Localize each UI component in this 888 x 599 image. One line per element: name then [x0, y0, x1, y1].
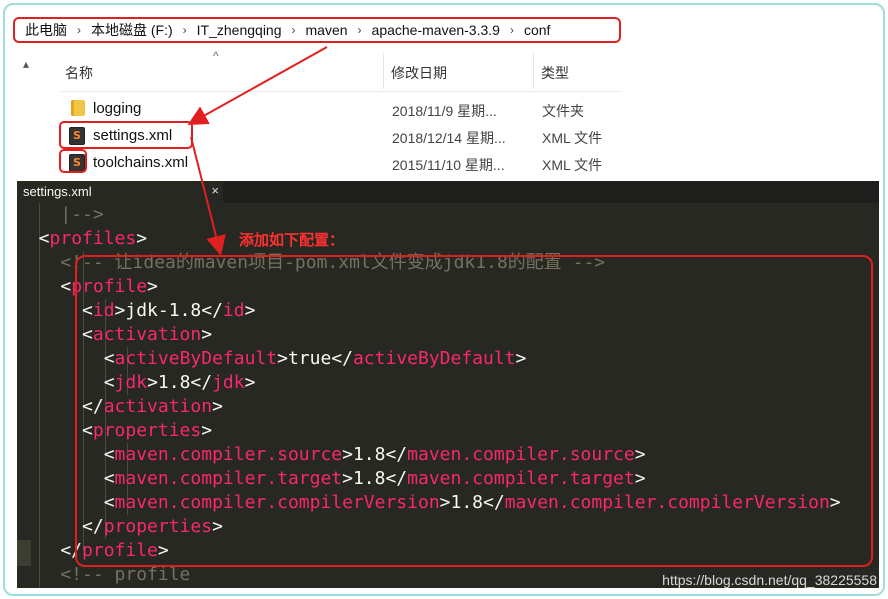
file-list: ▴ ^ 名称 修改日期 类型 logging 2018/11/9 星期... 文… [5, 49, 883, 184]
chevron-right-icon[interactable]: › [352, 23, 368, 37]
file-type: 文件夹 [542, 103, 584, 119]
chevron-right-icon[interactable]: › [504, 23, 520, 37]
chevron-right-icon[interactable]: › [71, 23, 87, 37]
file-date: 2015/11/10 星期... [392, 157, 505, 173]
file-type: XML 文件 [542, 157, 603, 173]
toolchains-icon-highlight-box [59, 149, 87, 173]
profile-highlight-box [75, 255, 873, 567]
code-comment: <!-- profile [17, 564, 191, 585]
screenshot-frame: 此电脑 › 本地磁盘 (F:) › IT_zhengqing › maven › apache-… [3, 3, 885, 596]
file-type: XML 文件 [542, 130, 603, 146]
breadcrumb-item[interactable]: maven [302, 22, 352, 38]
file-date: 2018/11/9 星期... [392, 103, 497, 119]
watermark: https://blog.csdn.net/qq_38225558 [662, 572, 877, 588]
code-line: <profiles> [17, 227, 147, 251]
breadcrumb-item[interactable]: 本地磁盘 (F:) [87, 20, 177, 40]
code-comment: |--> [17, 204, 104, 225]
column-header-name[interactable]: 名称 [65, 63, 93, 83]
folder-icon [71, 100, 85, 116]
code-text: < [17, 228, 50, 249]
file-name: toolchains.xml [93, 154, 189, 171]
code-text: > [136, 228, 148, 249]
chevron-right-icon[interactable]: › [177, 23, 193, 37]
column-divider[interactable] [383, 53, 384, 89]
xml-tag-name: profiles [49, 228, 137, 249]
column-header-date[interactable]: 修改日期 [391, 63, 447, 83]
code-line: |--> [17, 203, 104, 227]
chevron-right-icon[interactable]: › [286, 23, 302, 37]
breadcrumb-item[interactable]: conf [520, 22, 554, 38]
file-name: logging [93, 100, 142, 117]
breadcrumb[interactable]: 此电脑 › 本地磁盘 (F:) › IT_zhengqing › maven › apache-… [13, 17, 621, 43]
file-date: 2018/12/14 星期... [392, 130, 506, 146]
breadcrumb-item[interactable]: apache-maven-3.3.9 [368, 22, 504, 38]
column-divider[interactable] [533, 53, 534, 89]
breadcrumb-item[interactable]: IT_zhengqing [193, 22, 286, 38]
breadcrumb-item[interactable]: 此电脑 [21, 20, 71, 40]
chevron-up-icon[interactable]: ▴ [23, 57, 29, 71]
close-icon[interactable]: × [211, 183, 219, 198]
column-header-type[interactable]: 类型 [541, 63, 569, 83]
code-editor[interactable]: settings.xml × |--> <profiles> <!-- 让ide… [17, 181, 879, 588]
header-divider [61, 91, 621, 92]
tab-bar: settings.xml × [17, 181, 879, 203]
file-row-logging[interactable]: logging 2018/11/9 星期... 文件夹 [61, 96, 621, 123]
settings-highlight-box [59, 121, 193, 149]
sort-ascending-icon: ^ [213, 49, 219, 63]
code-text: < [17, 276, 72, 297]
code-text: </ [17, 540, 83, 561]
tab-settings-xml[interactable]: settings.xml × [17, 181, 223, 203]
annotation-note: 添加如下配置： [239, 232, 345, 249]
tab-label: settings.xml [23, 184, 92, 199]
file-row-toolchains[interactable]: S toolchains.xml 2015/11/10 星期... XML 文件 [61, 150, 621, 177]
